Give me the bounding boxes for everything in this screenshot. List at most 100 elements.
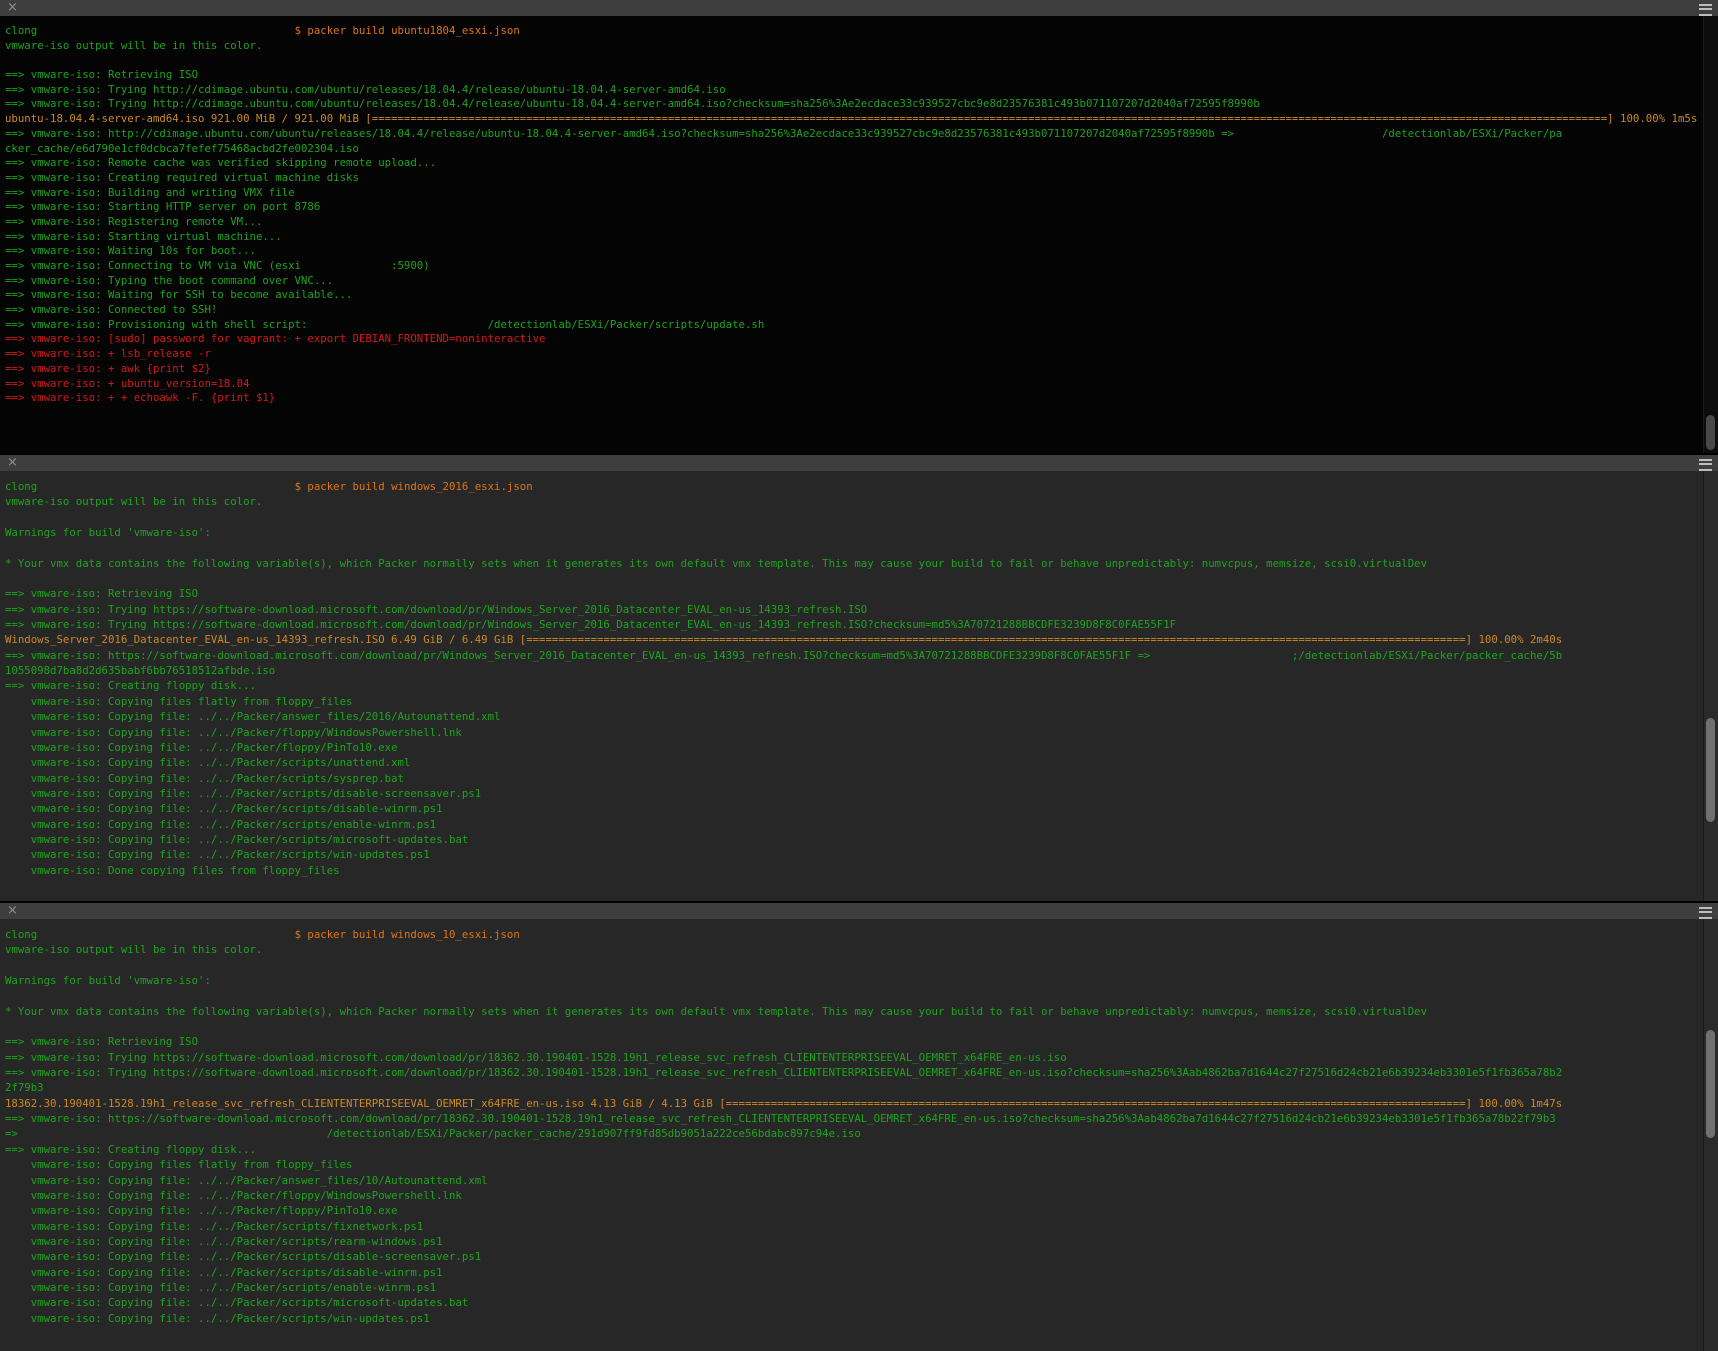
terminal-line bbox=[5, 988, 1702, 1003]
terminal-line: vmware-iso output will be in this color. bbox=[5, 942, 1702, 957]
terminal-line: clong $ packer build ubuntu1804_esxi.jso… bbox=[5, 24, 1702, 39]
terminal-line bbox=[5, 540, 1702, 555]
terminal-line: vmware-iso: Copying file: ../../Packer/a… bbox=[5, 1173, 1702, 1188]
terminal-line: ==> vmware-iso: Creating required virtua… bbox=[5, 171, 1702, 186]
terminal-line: vmware-iso: Copying file: ../../Packer/s… bbox=[5, 817, 1702, 832]
terminal-line: ==> vmware-iso: Registering remote VM... bbox=[5, 215, 1702, 230]
terminal-line: ==> vmware-iso: http://cdimage.ubuntu.co… bbox=[5, 127, 1702, 142]
terminal-line: ubuntu-18.04.4-server-amd64.iso 921.00 M… bbox=[5, 112, 1702, 127]
scrollbar-thumb[interactable] bbox=[1706, 415, 1715, 450]
terminal-line: ==> vmware-iso: Waiting 10s for boot... bbox=[5, 244, 1702, 259]
terminal-output-windows2016[interactable]: clong $ packer build windows_2016_esxi.j… bbox=[0, 471, 1718, 901]
terminal-line: ==> vmware-iso: Typing the boot command … bbox=[5, 274, 1702, 289]
close-icon[interactable]: × bbox=[7, 455, 18, 471]
pane-titlebar: × bbox=[0, 455, 1718, 471]
terminal-line: ==> vmware-iso: + ubuntu_version=18.04 bbox=[5, 377, 1702, 392]
terminal-line: vmware-iso: Copying file: ../../Packer/s… bbox=[5, 832, 1702, 847]
terminal-line: ==> vmware-iso: Waiting for SSH to becom… bbox=[5, 288, 1702, 303]
terminal-lines: clong $ packer build windows_10_esxi.jso… bbox=[5, 927, 1702, 1326]
terminal-line: ==> vmware-iso: Trying https://software-… bbox=[5, 602, 1702, 617]
terminal-line: ==> vmware-iso: Trying http://cdimage.ub… bbox=[5, 97, 1702, 112]
terminal-line: Warnings for build 'vmware-iso': bbox=[5, 973, 1702, 988]
terminal-line: ==> vmware-iso: Trying https://software-… bbox=[5, 617, 1702, 632]
terminal-line: vmware-iso: Copying file: ../../Packer/f… bbox=[5, 1188, 1702, 1203]
terminal-line: ==> vmware-iso: https://software-downloa… bbox=[5, 1111, 1702, 1126]
terminal-line: vmware-iso: Copying file: ../../Packer/f… bbox=[5, 725, 1702, 740]
terminal-line: * Your vmx data contains the following v… bbox=[5, 1004, 1702, 1019]
terminal-line: vmware-iso: Copying file: ../../Packer/s… bbox=[5, 1295, 1702, 1310]
terminal-line: ==> vmware-iso: + awk {print $2} bbox=[5, 362, 1702, 377]
terminal-line: cker_cache/e6d790e1cf0dcbca7fefef75468ac… bbox=[5, 142, 1702, 157]
terminal-line: vmware-iso: Copying file: ../../Packer/s… bbox=[5, 755, 1702, 770]
terminal-line: ==> vmware-iso: Retrieving ISO bbox=[5, 68, 1702, 83]
terminal-line bbox=[5, 510, 1702, 525]
terminal-line: vmware-iso: Copying file: ../../Packer/s… bbox=[5, 1280, 1702, 1295]
terminal-line: 2f79b3 bbox=[5, 1080, 1702, 1095]
terminal-line: ==> vmware-iso: Retrieving ISO bbox=[5, 586, 1702, 601]
terminal-line: ==> vmware-iso: Starting HTTP server on … bbox=[5, 200, 1702, 215]
close-icon[interactable]: × bbox=[7, 903, 18, 919]
terminal-line: vmware-iso: Copying files flatly from fl… bbox=[5, 694, 1702, 709]
terminal-line: ==> vmware-iso: https://software-downloa… bbox=[5, 648, 1702, 663]
scrollbar-thumb[interactable] bbox=[1706, 1030, 1715, 1138]
terminal-line: vmware-iso: Copying file: ../../Packer/s… bbox=[5, 771, 1702, 786]
terminal-line: ==> vmware-iso: + lsb_release -r bbox=[5, 347, 1702, 362]
menu-icon[interactable] bbox=[1699, 907, 1712, 919]
terminal-line: ==> vmware-iso: Trying http://cdimage.ub… bbox=[5, 83, 1702, 98]
close-icon[interactable]: × bbox=[7, 0, 18, 16]
terminal-line: vmware-iso: Copying file: ../../Packer/f… bbox=[5, 1203, 1702, 1218]
terminal-line: ==> vmware-iso: Connected to SSH! bbox=[5, 303, 1702, 318]
terminal-line: ==> vmware-iso: Creating floppy disk... bbox=[5, 678, 1702, 693]
terminal-pane-ubuntu1804: × clong $ packer build ubuntu1804_esxi.j… bbox=[0, 0, 1718, 453]
terminal-line: vmware-iso: Copying file: ../../Packer/s… bbox=[5, 1219, 1702, 1234]
terminal-line: ==> vmware-iso: + + echoawk -F. {print $… bbox=[5, 391, 1702, 406]
scrollbar-track[interactable] bbox=[1703, 471, 1718, 901]
terminal-line bbox=[5, 958, 1702, 973]
terminal-line: * Your vmx data contains the following v… bbox=[5, 556, 1702, 571]
terminal-line: 18362.30.190401-1528.19h1_release_svc_re… bbox=[5, 1096, 1702, 1111]
terminal-lines: clong $ packer build windows_2016_esxi.j… bbox=[5, 479, 1702, 878]
terminal-pane-windows10: × clong $ packer build windows_10_esxi.j… bbox=[0, 903, 1718, 1351]
terminal-line: 1055098d7ba8d2d635babf6bb76518512afbde.i… bbox=[5, 663, 1702, 678]
terminal-line: vmware-iso: Copying file: ../../Packer/s… bbox=[5, 1265, 1702, 1280]
terminal-line bbox=[5, 53, 1702, 68]
terminal-line: vmware-iso: Copying file: ../../Packer/s… bbox=[5, 786, 1702, 801]
terminal-line: ==> vmware-iso: Connecting to VM via VNC… bbox=[5, 259, 1702, 274]
scrollbar-track[interactable] bbox=[1703, 919, 1718, 1351]
terminal-line: vmware-iso: Copying file: ../../Packer/s… bbox=[5, 1249, 1702, 1264]
scrollbar-thumb[interactable] bbox=[1706, 718, 1715, 822]
terminal-line: vmware-iso: Copying file: ../../Packer/a… bbox=[5, 709, 1702, 724]
terminal-line: vmware-iso: Copying file: ../../Packer/s… bbox=[5, 847, 1702, 862]
menu-icon[interactable] bbox=[1699, 459, 1712, 471]
terminal-line: vmware-iso output will be in this color. bbox=[5, 39, 1702, 54]
terminal-line: Warnings for build 'vmware-iso': bbox=[5, 525, 1702, 540]
terminal-line: vmware-iso: Copying file: ../../Packer/f… bbox=[5, 740, 1702, 755]
pane-titlebar: × bbox=[0, 0, 1718, 16]
terminal-line: Windows_Server_2016_Datacenter_EVAL_en-u… bbox=[5, 632, 1702, 647]
terminal-line: ==> vmware-iso: Provisioning with shell … bbox=[5, 318, 1702, 333]
terminal-multiplexer-screen: × clong $ packer build ubuntu1804_esxi.j… bbox=[0, 0, 1718, 1351]
terminal-line bbox=[5, 571, 1702, 586]
terminal-line: ==> vmware-iso: Retrieving ISO bbox=[5, 1034, 1702, 1049]
terminal-line: clong $ packer build windows_2016_esxi.j… bbox=[5, 479, 1702, 494]
terminal-line: clong $ packer build windows_10_esxi.jso… bbox=[5, 927, 1702, 942]
terminal-line: => /detectionlab/ESXi/Packer/packer_cach… bbox=[5, 1126, 1702, 1141]
pane-titlebar: × bbox=[0, 903, 1718, 919]
terminal-line: vmware-iso: Copying files flatly from fl… bbox=[5, 1157, 1702, 1172]
terminal-output-windows10[interactable]: clong $ packer build windows_10_esxi.jso… bbox=[0, 919, 1718, 1351]
terminal-line: vmware-iso: Done copying files from flop… bbox=[5, 863, 1702, 878]
scrollbar-track[interactable] bbox=[1703, 16, 1718, 453]
terminal-line: vmware-iso: Copying file: ../../Packer/s… bbox=[5, 1311, 1702, 1326]
menu-icon[interactable] bbox=[1699, 4, 1712, 16]
terminal-line: ==> vmware-iso: Trying https://software-… bbox=[5, 1065, 1702, 1080]
terminal-line: ==> vmware-iso: Building and writing VMX… bbox=[5, 186, 1702, 201]
terminal-line: ==> vmware-iso: Starting virtual machine… bbox=[5, 230, 1702, 245]
terminal-line: ==> vmware-iso: [sudo] password for vagr… bbox=[5, 332, 1702, 347]
terminal-line: vmware-iso: Copying file: ../../Packer/s… bbox=[5, 801, 1702, 816]
terminal-pane-windows2016: × clong $ packer build windows_2016_esxi… bbox=[0, 455, 1718, 901]
terminal-line: ==> vmware-iso: Remote cache was verifie… bbox=[5, 156, 1702, 171]
terminal-output-ubuntu1804[interactable]: clong $ packer build ubuntu1804_esxi.jso… bbox=[0, 16, 1718, 453]
terminal-line bbox=[5, 1019, 1702, 1034]
terminal-line: vmware-iso output will be in this color. bbox=[5, 494, 1702, 509]
terminal-lines: clong $ packer build ubuntu1804_esxi.jso… bbox=[5, 24, 1702, 406]
